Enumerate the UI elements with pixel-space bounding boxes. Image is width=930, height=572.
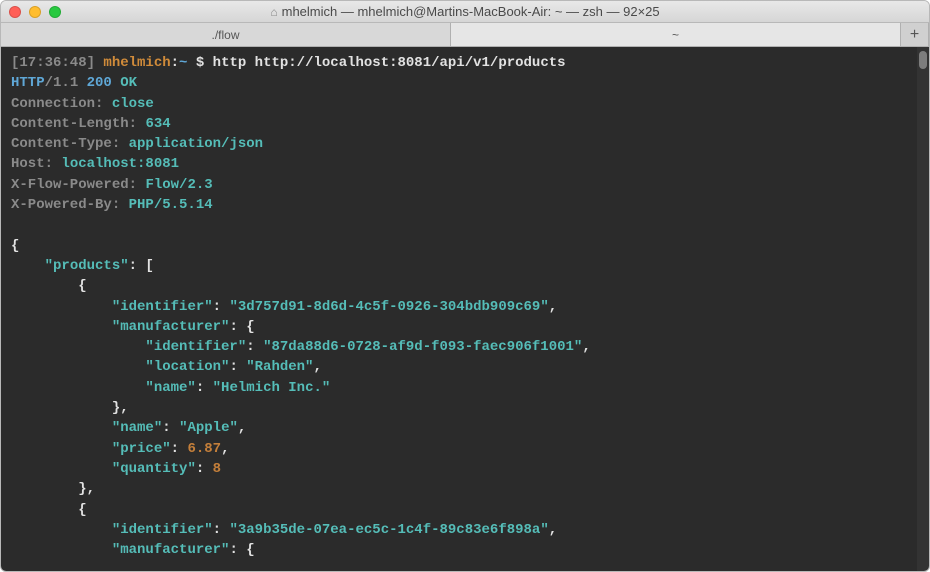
json-m1-loc-k: "location" [145,359,229,375]
json-brace-open-partial: : { [229,542,254,558]
prompt-path: ~ [179,55,187,71]
json-p1-qty-k: "quantity" [112,461,196,477]
tab-home[interactable]: ~ [451,23,901,46]
resp-protocol: HTTP [11,75,45,91]
prompt-sigil: $ [196,55,204,71]
json-p2-id-v: "3a9b35de-07ea-ec5c-1c4f-89c83e6f898a" [229,522,548,538]
json-p1-mfr-k: "manufacturer" [112,319,230,335]
prompt-sep: : [171,55,179,71]
scrollbar-track[interactable] [917,47,929,571]
tab-add-button[interactable]: + [901,23,929,46]
window-title: ⌂ mhelmich — mhelmich@Martins-MacBook-Ai… [1,4,929,19]
hdr-contentlength-v: 634 [145,116,170,132]
hdr-xflow-k: X-Flow-Powered: [11,177,137,193]
json-m1-id-v: "87da88d6-0728-af9d-f093-faec906f1001" [263,339,582,355]
hdr-connection-v: close [112,96,154,112]
json-p1-price-k: "price" [112,441,171,457]
json-colon-bracket: : [ [129,258,154,274]
home-icon: ⌂ [270,5,277,19]
json-m1-loc-v: "Rahden" [246,359,313,375]
zoom-button[interactable] [49,6,61,18]
json-m1-name-k: "name" [145,380,195,396]
prompt-time: [17:36:48] [11,55,95,71]
hdr-xpowered-v: PHP/5.5.14 [129,197,213,213]
resp-slash: /1.1 [45,75,79,91]
json-p1-id-v: "3d757d91-8d6d-4c5f-0926-304bdb909c69" [229,299,548,315]
hdr-host-v: localhost:8081 [61,156,179,172]
hdr-contenttype-v: application/json [129,136,263,152]
tab-flow[interactable]: ./flow [1,23,451,46]
resp-status-code: 200 [87,75,112,91]
json-open-brace: { [11,238,19,254]
hdr-xflow-v: Flow/2.3 [145,177,212,193]
hdr-xpowered-k: X-Powered-By: [11,197,120,213]
json-p1-qty-v: 8 [213,461,221,477]
window-title-text: mhelmich — mhelmich@Martins-MacBook-Air:… [282,4,660,19]
json-p1-name-k: "name" [112,420,162,436]
json-obj-close-comma2: }, [78,481,95,497]
terminal-content[interactable]: [17:36:48] mhelmich:~ $ http http://loca… [1,47,929,571]
json-p2-id-k: "identifier" [112,522,213,538]
title-bar: ⌂ mhelmich — mhelmich@Martins-MacBook-Ai… [1,1,929,23]
json-products-key: "products" [45,258,129,274]
prompt-command: http http://localhost:8081/api/v1/produc… [213,55,566,71]
hdr-contenttype-k: Content-Type: [11,136,120,152]
hdr-host-k: Host: [11,156,53,172]
minimize-button[interactable] [29,6,41,18]
resp-status-text: OK [120,75,137,91]
terminal-window: ⌂ mhelmich — mhelmich@Martins-MacBook-Ai… [0,0,930,572]
close-button[interactable] [9,6,21,18]
json-m1-id-k: "identifier" [145,339,246,355]
traffic-lights [9,6,61,18]
json-obj-open2: { [78,502,86,518]
json-p2-mfr-k: "manufacturer" [112,542,230,558]
json-p1-price-v: 6.87 [187,441,221,457]
hdr-connection-k: Connection: [11,96,103,112]
json-obj-open: { [78,278,86,294]
json-obj-close-comma: }, [112,400,129,416]
prompt-user: mhelmich [103,55,170,71]
scrollbar-thumb[interactable] [919,51,927,69]
tab-bar: ./flow ~ + [1,23,929,47]
json-p1-name-v: "Apple" [179,420,238,436]
json-p1-id-k: "identifier" [112,299,213,315]
json-m1-name-v: "Helmich Inc." [213,380,331,396]
hdr-contentlength-k: Content-Length: [11,116,137,132]
